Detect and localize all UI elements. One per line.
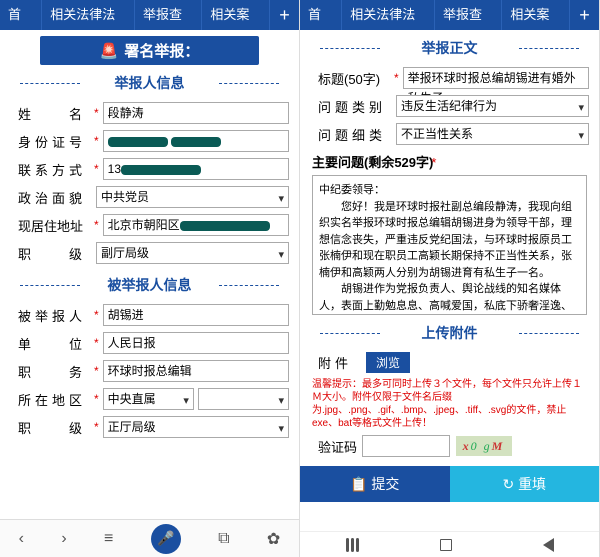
- section-body: 举报正文: [300, 38, 599, 58]
- system-navbar: [300, 531, 599, 557]
- label-cat: 问题类别: [318, 97, 396, 116]
- label-main: 主要问题(剩余529字): [312, 155, 433, 170]
- input-title[interactable]: 举报环球时报总编胡锡进有婚外私生子: [403, 67, 589, 89]
- top-tabs-right: 首页 相关法律法规 举报查询 相关案例 +: [300, 0, 599, 30]
- label-rank: 职 级: [18, 244, 96, 263]
- tab-laws-r[interactable]: 相关法律法规: [342, 0, 435, 30]
- nav-tabs-icon[interactable]: ⧉: [218, 530, 229, 548]
- input-name[interactable]: 段静涛: [103, 102, 289, 124]
- upload-hint: 温馨提示：最多可同时上传３个文件，每个文件只允许上传１Ｍ大小。附件仅限于文件名后…: [300, 376, 599, 432]
- nav-back-icon[interactable]: ‹: [19, 530, 24, 548]
- input-duty[interactable]: 环球时报总编辑: [103, 360, 289, 382]
- label-subcat: 问题细类: [318, 125, 396, 144]
- browse-button[interactable]: 浏览: [366, 352, 410, 373]
- section-reporter: 举报人信息: [0, 73, 299, 93]
- select-rank2[interactable]: 正厅局级: [103, 416, 289, 438]
- submit-button[interactable]: 📋 提交: [300, 466, 450, 502]
- tab-cases-r[interactable]: 相关案例: [502, 0, 569, 30]
- input-idno[interactable]: [103, 130, 289, 152]
- nav-forward-icon[interactable]: ›: [61, 530, 66, 548]
- input-addr[interactable]: 北京市朝阳区: [103, 214, 289, 236]
- tab-add-icon[interactable]: +: [270, 5, 299, 26]
- label-duty: 职 务: [18, 362, 96, 381]
- label-region: 所在地区: [18, 390, 96, 409]
- label-name: 姓 名: [18, 104, 96, 123]
- banner-signed-report: 🚨 署名举报：: [40, 36, 259, 65]
- label-title: 标题(50字): [318, 69, 396, 88]
- tab-add-icon-r[interactable]: +: [570, 5, 599, 26]
- reset-button[interactable]: ↻ 重填: [450, 466, 600, 502]
- select-subcat[interactable]: 不正当性关系: [396, 123, 589, 145]
- label-rank2: 职 级: [18, 418, 96, 437]
- input-captcha[interactable]: [362, 435, 450, 457]
- select-rank[interactable]: 副厅局级: [96, 242, 289, 264]
- sys-back-icon[interactable]: [543, 538, 554, 552]
- label-attach: 附件: [318, 353, 358, 372]
- label-polit: 政治面貌: [18, 188, 96, 207]
- section-attach: 上传附件: [300, 323, 599, 343]
- select-region[interactable]: 中央直属: [103, 388, 194, 410]
- tab-cases[interactable]: 相关案例: [202, 0, 269, 30]
- select-cat[interactable]: 违反生活纪律行为: [396, 95, 589, 117]
- input-reported[interactable]: 胡锡进: [103, 304, 289, 326]
- label-reported: 被举报人: [18, 306, 96, 325]
- tab-laws[interactable]: 相关法律法规: [42, 0, 135, 30]
- label-idno: 身份证号: [18, 132, 96, 151]
- tab-home[interactable]: 首页: [0, 0, 42, 30]
- section-reported: 被举报人信息: [0, 275, 299, 295]
- browser-navbar: ‹ › ≡ 🎤 ⧉ ✿: [0, 519, 299, 557]
- input-contact[interactable]: 13: [103, 158, 289, 180]
- tab-home-r[interactable]: 首页: [300, 0, 342, 30]
- nav-mic-icon[interactable]: 🎤: [151, 524, 181, 554]
- alarm-icon: 🚨: [100, 42, 119, 60]
- label-addr: 现居住地址: [18, 216, 96, 235]
- tab-query[interactable]: 举报查询: [135, 0, 202, 30]
- nav-paw-icon[interactable]: ✿: [267, 529, 280, 549]
- nav-menu-icon[interactable]: ≡: [104, 530, 113, 548]
- input-unit[interactable]: 人民日报: [103, 332, 289, 354]
- textarea-main[interactable]: 中纪委领导： 您好！我是环球时报社副总编段静涛，我现向组织实名举报环球时报总编辑…: [312, 175, 587, 315]
- sys-recent-icon[interactable]: [346, 538, 349, 552]
- tab-query-r[interactable]: 举报查询: [435, 0, 502, 30]
- label-contact: 联系方式: [18, 160, 96, 179]
- label-unit: 单 位: [18, 334, 96, 353]
- label-captcha: 验证码: [318, 437, 362, 456]
- top-tabs: 首页 相关法律法规 举报查询 相关案例 +: [0, 0, 299, 30]
- select-region2[interactable]: [198, 388, 289, 410]
- select-polit[interactable]: 中共党员: [96, 186, 289, 208]
- sys-home-icon[interactable]: [440, 539, 452, 551]
- captcha-image[interactable]: x0 gM: [456, 436, 512, 456]
